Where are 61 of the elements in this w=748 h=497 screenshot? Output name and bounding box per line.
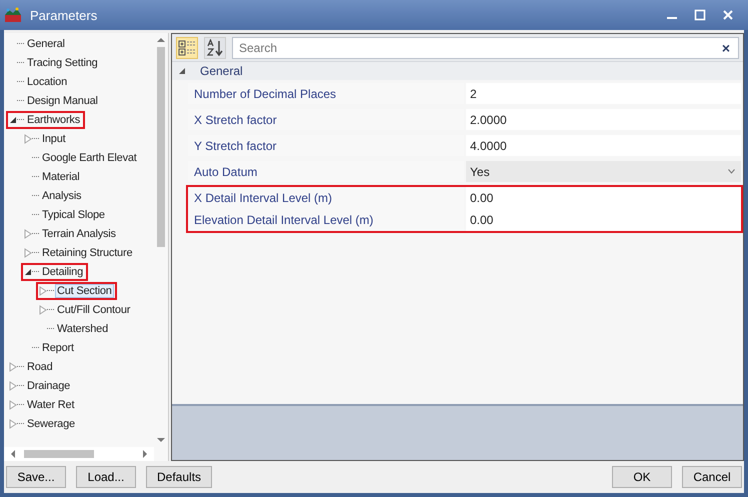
app-logo-icon <box>4 7 22 23</box>
collapse-icon[interactable] <box>178 67 186 75</box>
close-icon[interactable] <box>722 9 734 21</box>
property-value[interactable]: 0.00 <box>466 209 741 231</box>
expand-icon[interactable] <box>9 362 17 372</box>
tree-item[interactable]: Input <box>40 132 68 146</box>
categorized-icon <box>178 40 196 56</box>
scroll-right-icon[interactable] <box>142 450 148 458</box>
expand-icon[interactable] <box>39 286 47 296</box>
tree-item[interactable]: Sewerage <box>25 416 77 430</box>
tree-item[interactable]: Design Manual <box>25 94 100 108</box>
dialog-button[interactable]: Save... <box>6 466 66 488</box>
tree-item[interactable]: Road <box>25 360 54 374</box>
scroll-down-icon[interactable] <box>157 437 165 443</box>
tree-item[interactable]: General <box>25 36 67 50</box>
property-value[interactable]: 0.00 <box>466 187 741 209</box>
expand-icon[interactable] <box>9 380 17 390</box>
category-header: General <box>200 64 243 78</box>
property-value[interactable]: 2.0000 <box>466 109 741 130</box>
search-field[interactable]: Search × <box>232 36 739 58</box>
chevron-icon <box>728 169 735 174</box>
sort-icon <box>206 38 224 56</box>
window-title: Parameters <box>30 8 98 22</box>
horizontal-scrollbar[interactable] <box>4 447 154 461</box>
scrollbar-thumb[interactable] <box>157 47 165 247</box>
tree-item[interactable]: Typical Slope <box>40 208 107 222</box>
scroll-left-icon[interactable] <box>10 450 16 458</box>
expand-icon[interactable] <box>9 400 17 410</box>
collapse-icon[interactable] <box>9 114 17 124</box>
tree-item[interactable]: Google Earth Elevat <box>40 150 139 164</box>
tree-item[interactable]: Material <box>40 170 82 184</box>
dialog-button[interactable]: Defaults <box>146 466 212 488</box>
categorized-button[interactable] <box>176 36 198 58</box>
tree-item[interactable]: Tracing Setting <box>25 56 100 70</box>
tree-item[interactable]: Cut/Fill Contour <box>55 302 132 316</box>
expand-icon[interactable] <box>24 248 32 258</box>
expand-icon[interactable] <box>9 418 17 428</box>
dialog-button[interactable]: Load... <box>76 466 136 488</box>
dialog-button[interactable]: Cancel <box>682 466 742 488</box>
property-value[interactable]: 2 <box>466 83 741 104</box>
dialog-button[interactable]: OK <box>612 466 672 488</box>
dropdown[interactable]: Yes <box>466 161 741 182</box>
collapse-icon[interactable] <box>24 266 32 276</box>
tree-item[interactable]: Location <box>25 74 69 88</box>
clear-button[interactable]: × <box>722 40 730 56</box>
maximize-icon[interactable] <box>694 9 706 21</box>
tree-item[interactable]: Cut Section <box>55 284 114 298</box>
expand-icon[interactable] <box>24 228 32 238</box>
scroll-up-icon[interactable] <box>157 37 165 43</box>
tree-item[interactable]: Terrain Analysis <box>40 226 118 240</box>
expand-icon[interactable] <box>39 304 47 314</box>
tree-item[interactable]: Drainage <box>25 378 72 392</box>
expand-icon[interactable] <box>24 134 32 144</box>
tree-item[interactable]: Report <box>40 340 76 354</box>
tree-item[interactable]: Analysis <box>40 188 84 202</box>
tree-item[interactable]: Retaining Structure <box>40 246 134 260</box>
scrollbar-thumb[interactable] <box>24 450 94 458</box>
sort-button[interactable] <box>204 36 226 58</box>
tree-item[interactable]: Water Ret <box>25 398 76 412</box>
tree-item[interactable]: Watershed <box>55 322 110 336</box>
property-value[interactable]: 4.0000 <box>466 135 741 156</box>
